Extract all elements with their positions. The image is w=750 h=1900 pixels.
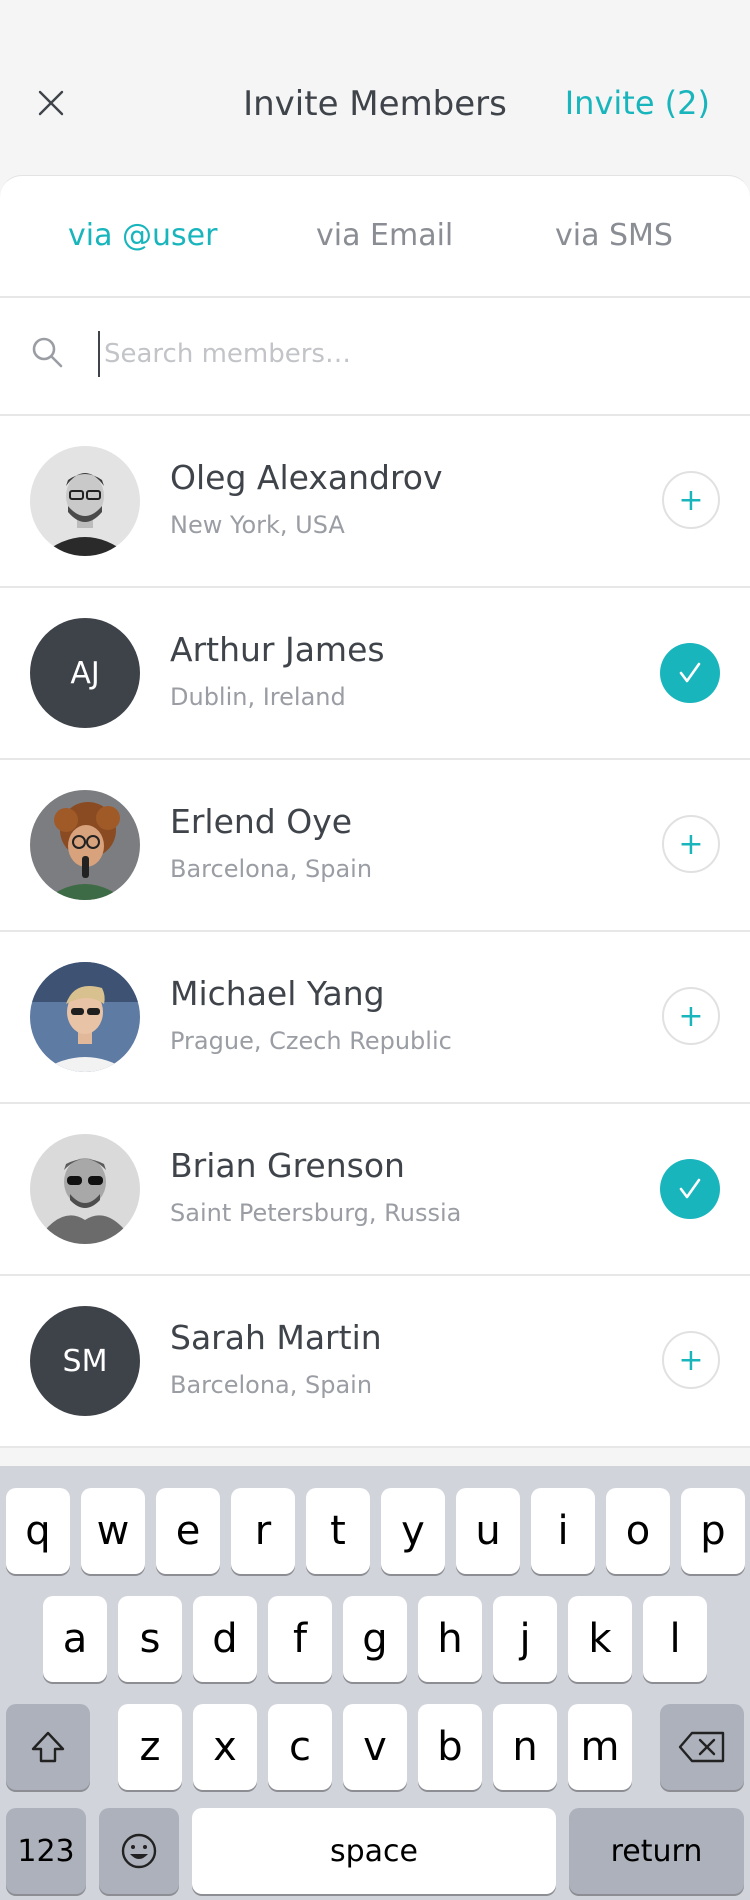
space-key[interactable]: space bbox=[192, 1808, 556, 1894]
member-row[interactable]: Brian Grenson Saint Petersburg, Russia bbox=[0, 1104, 750, 1276]
key-e[interactable]: e bbox=[156, 1488, 220, 1574]
key-y[interactable]: y bbox=[381, 1488, 445, 1574]
member-location: Prague, Czech Republic bbox=[170, 1027, 452, 1055]
avatar: AJ bbox=[30, 618, 140, 728]
key-g[interactable]: g bbox=[343, 1596, 407, 1682]
backspace-key[interactable] bbox=[660, 1704, 744, 1790]
key-s[interactable]: s bbox=[118, 1596, 182, 1682]
shift-icon bbox=[31, 1731, 65, 1763]
plus-icon: + bbox=[678, 1342, 704, 1378]
member-name: Erlend Oye bbox=[170, 802, 353, 841]
member-row[interactable]: Erlend Oye Barcelona, Spain + bbox=[0, 760, 750, 932]
avatar bbox=[30, 790, 140, 900]
backspace-icon bbox=[678, 1731, 725, 1763]
key-c[interactable]: c bbox=[268, 1704, 332, 1790]
key-d[interactable]: d bbox=[193, 1596, 257, 1682]
add-member-button[interactable]: + bbox=[662, 1331, 720, 1389]
key-b[interactable]: b bbox=[418, 1704, 482, 1790]
key-k[interactable]: k bbox=[568, 1596, 632, 1682]
member-row[interactable]: AJ Arthur James Dublin, Ireland bbox=[0, 588, 750, 760]
member-row[interactable]: Oleg Alexandrov New York, USA + bbox=[0, 416, 750, 588]
member-location: Barcelona, Spain bbox=[170, 855, 373, 883]
add-member-button[interactable]: + bbox=[662, 987, 720, 1045]
key-f[interactable]: f bbox=[268, 1596, 332, 1682]
search-icon bbox=[32, 337, 63, 368]
key-o[interactable]: o bbox=[606, 1488, 670, 1574]
avatar bbox=[30, 962, 140, 1072]
add-member-button[interactable]: + bbox=[662, 815, 720, 873]
key-l[interactable]: l bbox=[643, 1596, 707, 1682]
tab-via-sms[interactable]: via SMS bbox=[555, 218, 673, 253]
key-v[interactable]: v bbox=[343, 1704, 407, 1790]
key-z[interactable]: z bbox=[118, 1704, 182, 1790]
shift-key[interactable] bbox=[6, 1704, 90, 1790]
return-key[interactable]: return bbox=[569, 1808, 744, 1894]
key-n[interactable]: n bbox=[493, 1704, 557, 1790]
plus-icon: + bbox=[678, 482, 704, 518]
invite-button[interactable]: Invite (2) bbox=[565, 84, 710, 122]
member-row[interactable]: SM Sarah Martin Barcelona, Spain + bbox=[0, 1276, 750, 1448]
key-q[interactable]: q bbox=[6, 1488, 70, 1574]
onscreen-keyboard: q w e r t y u i o p a s d f g h j k l z … bbox=[0, 1466, 750, 1900]
member-row[interactable]: Michael Yang Prague, Czech Republic + bbox=[0, 932, 750, 1104]
key-m[interactable]: m bbox=[568, 1704, 632, 1790]
key-r[interactable]: r bbox=[231, 1488, 295, 1574]
selected-member-button[interactable] bbox=[660, 643, 720, 703]
member-name: Brian Grenson bbox=[170, 1146, 405, 1185]
check-icon bbox=[679, 662, 701, 683]
key-a[interactable]: a bbox=[43, 1596, 107, 1682]
key-p[interactable]: p bbox=[681, 1488, 745, 1574]
key-x[interactable]: x bbox=[193, 1704, 257, 1790]
member-location: Dublin, Ireland bbox=[170, 683, 346, 711]
selected-member-button[interactable] bbox=[660, 1159, 720, 1219]
tab-via-email[interactable]: via Email bbox=[316, 218, 453, 253]
avatar: SM bbox=[30, 1306, 140, 1416]
search-bar bbox=[0, 297, 750, 416]
emoji-icon bbox=[121, 1833, 157, 1869]
plus-icon: + bbox=[678, 826, 704, 862]
key-h[interactable]: h bbox=[418, 1596, 482, 1682]
member-name: Sarah Martin bbox=[170, 1318, 382, 1357]
member-location: New York, USA bbox=[170, 511, 345, 539]
member-name: Arthur James bbox=[170, 630, 385, 669]
key-t[interactable]: t bbox=[306, 1488, 370, 1574]
tab-via-user[interactable]: via @user bbox=[68, 218, 217, 253]
member-name: Oleg Alexandrov bbox=[170, 458, 443, 497]
avatar bbox=[30, 1134, 140, 1244]
member-location: Saint Petersburg, Russia bbox=[170, 1199, 462, 1227]
key-w[interactable]: w bbox=[81, 1488, 145, 1574]
header-bar: Invite Members Invite (2) bbox=[0, 0, 750, 175]
member-location: Barcelona, Spain bbox=[170, 1371, 373, 1399]
close-button[interactable] bbox=[36, 88, 66, 118]
members-card: via @user via Email via SMS Oleg Alexand… bbox=[0, 175, 750, 1448]
plus-icon: + bbox=[678, 998, 704, 1034]
invite-method-tabs: via @user via Email via SMS bbox=[0, 176, 750, 298]
member-name: Michael Yang bbox=[170, 974, 385, 1013]
add-member-button[interactable]: + bbox=[662, 471, 720, 529]
key-i[interactable]: i bbox=[531, 1488, 595, 1574]
avatar bbox=[30, 446, 140, 556]
search-input[interactable] bbox=[98, 331, 706, 377]
key-j[interactable]: j bbox=[493, 1596, 557, 1682]
numbers-key[interactable]: 123 bbox=[6, 1808, 86, 1894]
emoji-key[interactable] bbox=[99, 1808, 179, 1894]
close-icon bbox=[38, 90, 64, 116]
key-u[interactable]: u bbox=[456, 1488, 520, 1574]
check-icon bbox=[679, 1178, 701, 1199]
